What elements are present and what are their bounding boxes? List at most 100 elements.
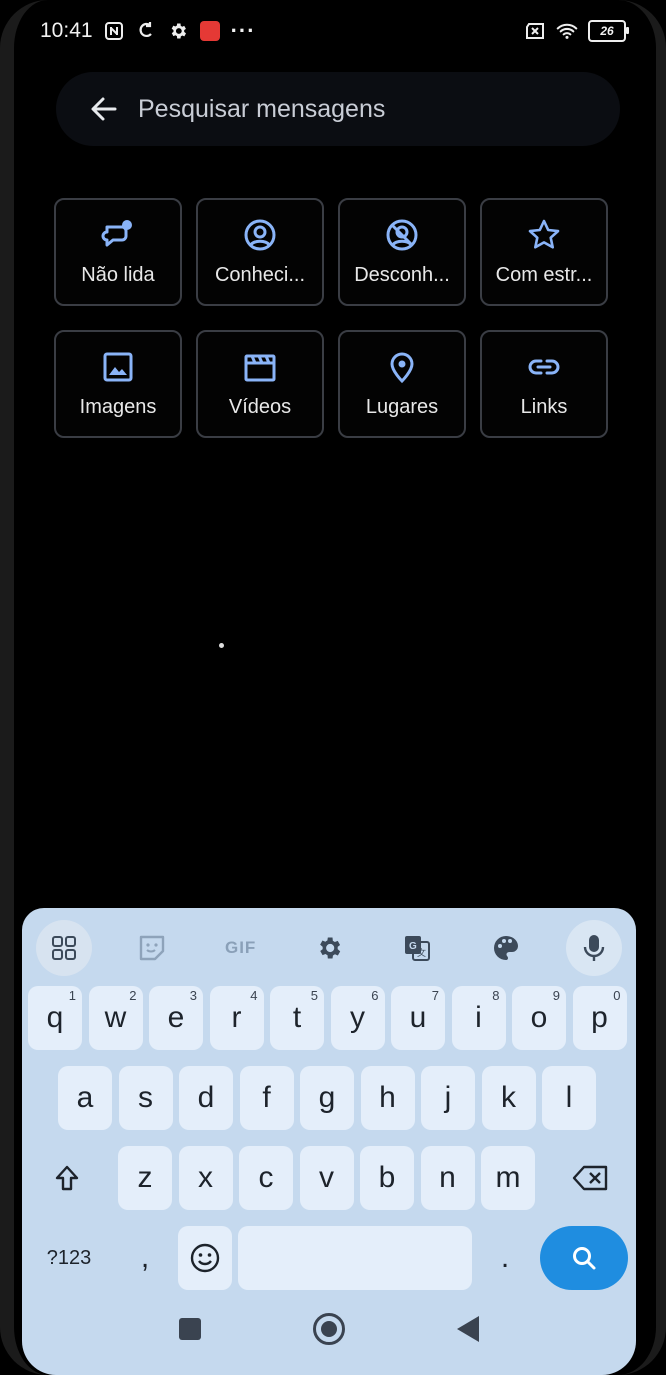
key-c[interactable]: c xyxy=(239,1146,293,1210)
back-button[interactable] xyxy=(74,79,134,139)
search-input[interactable] xyxy=(136,93,560,125)
key-v[interactable]: v xyxy=(299,1146,354,1210)
key-k[interactable]: k xyxy=(481,1066,536,1130)
key-label: o xyxy=(530,1001,548,1034)
key-p[interactable]: p0 xyxy=(572,986,627,1050)
key-h[interactable]: h xyxy=(360,1066,415,1130)
wifi-icon xyxy=(556,20,578,42)
key-e[interactable]: e3 xyxy=(149,986,203,1050)
key-label: s xyxy=(138,1081,153,1114)
key-label: f xyxy=(262,1081,271,1114)
key-n[interactable]: n xyxy=(420,1146,475,1210)
key-z[interactable]: z xyxy=(118,1146,172,1210)
battery-level: 26 xyxy=(600,24,614,38)
sticker-icon xyxy=(140,935,165,961)
key-label: r xyxy=(231,1001,242,1034)
key-label: w xyxy=(104,1001,127,1034)
key-o[interactable]: o9 xyxy=(512,986,566,1050)
battery-indicator: 26 xyxy=(588,20,629,42)
key-j[interactable]: j xyxy=(421,1066,475,1130)
space-key[interactable] xyxy=(238,1226,472,1290)
backspace-key[interactable] xyxy=(552,1146,630,1210)
key-label: ?123 xyxy=(46,1246,92,1269)
backspace-icon xyxy=(572,1165,608,1191)
link-icon xyxy=(528,359,560,374)
key-y[interactable]: y6 xyxy=(330,986,385,1050)
sync-icon xyxy=(135,20,157,42)
symbols-key[interactable]: ?123 xyxy=(28,1226,110,1290)
filter-unknown[interactable]: Desconh... xyxy=(338,198,466,306)
unknown-account-icon xyxy=(386,219,418,250)
key-label: p xyxy=(591,1001,608,1034)
key-label: a xyxy=(76,1081,94,1114)
key-a[interactable]: a xyxy=(58,1066,112,1130)
key-q[interactable]: q1 xyxy=(28,986,82,1050)
key-w[interactable]: w2 xyxy=(88,986,143,1050)
key-t[interactable]: t5 xyxy=(270,986,324,1050)
key-label: m xyxy=(495,1161,521,1194)
filter-chips: Não lida Conheci... Desconh... Com estr.… xyxy=(54,198,620,462)
filter-known[interactable]: Conheci... xyxy=(196,198,324,306)
translate-button[interactable]: G 文 xyxy=(389,920,445,976)
key-label: v xyxy=(319,1161,334,1194)
search-bar xyxy=(56,72,620,146)
key-label: t xyxy=(292,1001,302,1034)
key-hint: 7 xyxy=(431,988,439,1003)
key-u[interactable]: u7 xyxy=(391,986,445,1050)
key-l[interactable]: l xyxy=(542,1066,596,1130)
key-hint: 1 xyxy=(68,988,76,1003)
search-key[interactable] xyxy=(540,1226,628,1290)
filter-unread[interactable]: Não lida xyxy=(54,198,182,306)
filter-label: Não lida xyxy=(81,263,155,286)
navigation-bar xyxy=(22,1301,636,1357)
microphone-icon xyxy=(583,935,605,961)
voice-input-button[interactable] xyxy=(565,920,622,976)
sticker-button[interactable] xyxy=(124,920,180,976)
filter-links[interactable]: Links xyxy=(480,330,608,438)
svg-text:G: G xyxy=(409,941,417,952)
star-icon xyxy=(528,219,560,249)
video-clapper-icon xyxy=(244,354,276,381)
filter-videos[interactable]: Vídeos xyxy=(196,330,324,438)
key-label: , xyxy=(140,1241,150,1274)
svg-text:文: 文 xyxy=(417,947,426,958)
filter-label: Lugares xyxy=(365,395,439,418)
gif-label: GIF xyxy=(224,938,257,957)
key-d[interactable]: d xyxy=(179,1066,233,1130)
status-bar: 10:41 ··· 26 xyxy=(40,14,629,48)
key-label: k xyxy=(501,1081,516,1114)
key-s[interactable]: s xyxy=(118,1066,173,1130)
filter-images[interactable]: Imagens xyxy=(54,330,182,438)
key-g[interactable]: g xyxy=(300,1066,354,1130)
filter-label: Links xyxy=(520,395,568,418)
key-label: u xyxy=(409,1001,427,1034)
recents-button[interactable] xyxy=(179,1318,201,1340)
key-label: z xyxy=(137,1161,153,1194)
keyboard-settings-button[interactable] xyxy=(301,920,357,976)
back-nav-button[interactable] xyxy=(457,1316,479,1342)
filter-label: Conheci... xyxy=(214,263,306,286)
key-f[interactable]: f xyxy=(239,1066,294,1130)
key-label: i xyxy=(475,1001,482,1034)
key-hint: 3 xyxy=(189,988,197,1003)
period-key[interactable]: . xyxy=(478,1226,532,1290)
key-x[interactable]: x xyxy=(178,1146,233,1210)
filter-starred[interactable]: Com estr... xyxy=(480,198,608,306)
apps-grid-button[interactable] xyxy=(36,920,92,976)
key-r[interactable]: r4 xyxy=(209,986,264,1050)
shift-key[interactable] xyxy=(28,1146,106,1210)
shift-icon xyxy=(55,1165,79,1191)
key-label: n xyxy=(439,1161,456,1194)
theme-button[interactable] xyxy=(478,920,534,976)
account-circle-icon xyxy=(244,219,276,250)
gif-button[interactable]: GIF xyxy=(213,920,269,976)
filter-row-2: Imagens Vídeos Lugares Links xyxy=(54,330,620,438)
key-b[interactable]: b xyxy=(360,1146,414,1210)
filter-places[interactable]: Lugares xyxy=(338,330,466,438)
emoji-key[interactable] xyxy=(178,1226,232,1290)
home-button[interactable] xyxy=(313,1313,345,1345)
comma-key[interactable]: , xyxy=(118,1226,172,1290)
status-right: 26 xyxy=(524,20,629,42)
key-i[interactable]: i8 xyxy=(451,986,506,1050)
key-m[interactable]: m xyxy=(481,1146,535,1210)
